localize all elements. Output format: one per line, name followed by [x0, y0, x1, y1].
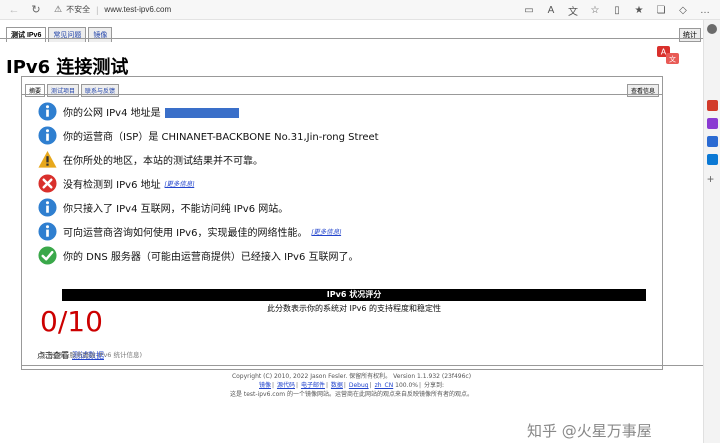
info-icon: [38, 197, 57, 217]
collections-icon[interactable]: ❏: [650, 2, 672, 18]
more-icon[interactable]: …: [694, 2, 716, 18]
locale-percent: 100.0%: [395, 382, 419, 389]
reload-icon[interactable]: ↻: [28, 2, 44, 18]
stats-updated-note: (已经更新服务器端 IPv6 统计信息): [41, 351, 143, 359]
tools-icon[interactable]: [707, 118, 718, 129]
translate-icon[interactable]: 文: [562, 2, 584, 18]
tab-tests[interactable]: 测试项目: [47, 84, 80, 97]
data-link[interactable]: 数据: [331, 382, 343, 389]
score-description: 此分数表示你的系统对 IPv6 的支持程度和稳定性: [266, 304, 442, 313]
warning-icon: ⚠: [54, 4, 63, 14]
result-text: 在你所处的地区，本站的测试结果并不可靠。: [63, 155, 263, 167]
tab-stats[interactable]: 统计: [679, 28, 701, 42]
office-icon[interactable]: [707, 136, 718, 147]
address-bar[interactable]: ⚠ 不安全 | www.test-ipv6.com: [54, 2, 171, 18]
tab-view-info[interactable]: 查看信息: [626, 84, 659, 97]
result-row: 在你所处的地区，本站的测试结果并不可靠。: [38, 149, 263, 169]
url-text[interactable]: www.test-ipv6.com: [104, 5, 171, 14]
browser-toolbar: ← ↻ ⚠ 不安全 | www.test-ipv6.com ▭ A 文 ☆ ▯ …: [0, 0, 720, 20]
panel-divider: [22, 94, 662, 95]
outlook-icon[interactable]: [707, 154, 718, 165]
mirror-note: 这是 test-ipv6.com 的一个镜像网站。运营商在此网站的观点来自反映镜…: [229, 391, 474, 398]
shopping-icon[interactable]: [707, 100, 718, 111]
footer-divider: [21, 365, 703, 366]
debug-link[interactable]: Debug: [349, 382, 369, 389]
result-text: 可向运营商咨询如何使用 IPv6，实现最佳的网络性能。: [63, 227, 308, 239]
panel-tabs: 摘要 测试项目 联系与反馈: [25, 84, 121, 97]
source-code-link[interactable]: 源代码: [277, 382, 295, 389]
reader-icon[interactable]: ▭: [518, 2, 540, 18]
add-icon[interactable]: +: [707, 172, 714, 186]
info-icon: [38, 101, 57, 121]
result-row: 可向运营商咨询如何使用 IPv6，实现最佳的网络性能。 [更多信息]: [38, 221, 341, 241]
result-row: 你只接入了 IPv4 互联网，不能访问纯 IPv6 网站。: [38, 197, 288, 217]
tab-faq[interactable]: 常见问题: [48, 27, 87, 42]
svg-text:A: A: [661, 48, 667, 57]
edge-sidebar: +: [703, 20, 720, 443]
result-text: 你只接入了 IPv4 互联网，不能访问纯 IPv6 网站。: [63, 203, 289, 215]
svg-text:文: 文: [669, 55, 676, 64]
read-aloud-icon[interactable]: A: [540, 2, 562, 18]
result-row: 你的 DNS 服务器（可能由运营商提供）已经接入 IPv6 互联网了。: [38, 245, 359, 265]
ipv6-score: 0/10: [40, 305, 103, 338]
result-text: 没有检测到 IPv6 地址: [63, 179, 161, 191]
watermark: 知乎 @火星万事屋: [527, 422, 652, 440]
footer-links: 镜像| 源代码| 电子邮件| 数据| Debug| zh_CN 100.0%| …: [259, 382, 444, 389]
result-row: 你的公网 IPv4 地址是: [38, 101, 239, 121]
tab-mirrors[interactable]: 镜像: [88, 27, 113, 42]
web-page: 测试 IPv6 常见问题 镜像 统计 A 文 IPv6 连接测试 摘要 测试项目…: [0, 20, 703, 443]
result-text: 你的公网 IPv4 地址是: [63, 104, 239, 119]
browser-window: ← ↻ ⚠ 不安全 | www.test-ipv6.com ▭ A 文 ☆ ▯ …: [0, 0, 720, 443]
back-icon[interactable]: ←: [6, 2, 22, 18]
info-icon: [38, 221, 57, 241]
split-screen-icon[interactable]: ▯: [606, 2, 628, 18]
tab-contact[interactable]: 联系与反馈: [81, 84, 120, 97]
tab-summary[interactable]: 摘要: [25, 84, 46, 97]
extensions-icon[interactable]: ◇: [672, 2, 694, 18]
email-link[interactable]: 电子邮件: [301, 382, 325, 389]
search-icon[interactable]: [707, 24, 717, 34]
locale-link[interactable]: zh_CN: [375, 382, 394, 389]
warning-icon: [38, 150, 57, 168]
share-label: 分享到:: [423, 382, 444, 389]
tab-test-ipv6[interactable]: 测试 IPv6: [6, 27, 47, 42]
copyright-line: Copyright (C) 2010, 2022 Jason Fesler. 保…: [231, 373, 472, 380]
language-icon[interactable]: A 文: [656, 45, 680, 65]
top-nav-tabs: 测试 IPv6 常见问题 镜像: [6, 27, 114, 42]
more-info-link[interactable]: [更多信息]: [311, 226, 341, 236]
footer: Copyright (C) 2010, 2022 Jason Fesler. 保…: [0, 372, 703, 399]
security-label: 不安全: [66, 5, 91, 14]
address-separator: |: [96, 4, 99, 15]
check-icon: [38, 245, 57, 265]
results-panel: 摘要 测试项目 联系与反馈 查看信息 你的公网 IPv4 地址是 你的运营商（I…: [21, 76, 663, 370]
divider: [0, 38, 703, 39]
mirrors-link[interactable]: 镜像: [259, 382, 271, 389]
result-text: 你的运营商（ISP）是 CHINANET-BACKBONE No.31,Jin-…: [63, 131, 379, 143]
score-header: IPv6 状况评分: [62, 289, 646, 301]
result-text: 你的 DNS 服务器（可能由运营商提供）已经接入 IPv6 互联网了。: [63, 251, 359, 263]
favorites-icon[interactable]: ★: [628, 2, 650, 18]
error-icon: [38, 173, 57, 193]
redacted-ip: [164, 107, 239, 118]
favorite-icon[interactable]: ☆: [584, 2, 606, 18]
more-info-link[interactable]: [更多信息]: [165, 178, 195, 188]
result-row: 没有检测到 IPv6 地址 [更多信息]: [38, 173, 194, 193]
result-row: 你的运营商（ISP）是 CHINANET-BACKBONE No.31,Jin-…: [38, 125, 379, 145]
info-icon: [38, 125, 57, 145]
